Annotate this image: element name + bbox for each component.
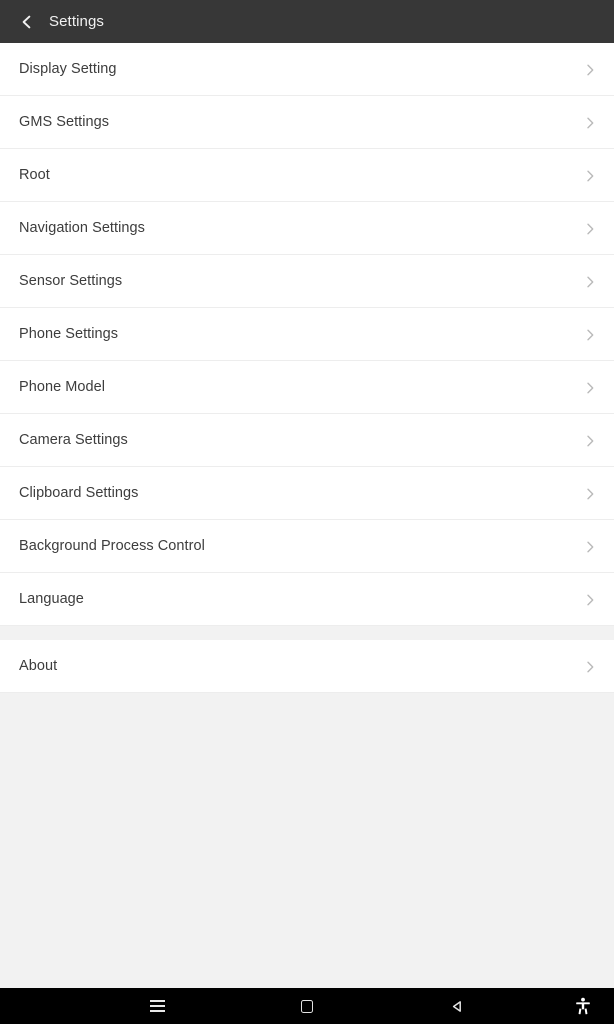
settings-screen: Settings Display Setting GMS Settings Ro… [0,0,614,1024]
list-item-navigation-settings[interactable]: Navigation Settings [0,202,614,255]
list-item-label: Navigation Settings [19,220,145,237]
list-item-background-process-control[interactable]: Background Process Control [0,520,614,573]
chevron-right-icon [583,169,597,183]
app-bar: Settings [0,0,614,43]
chevron-right-icon [583,328,597,342]
system-navigation-bar [0,988,614,1024]
list-item-clipboard-settings[interactable]: Clipboard Settings [0,467,614,520]
home-button[interactable] [276,988,338,1024]
back-navigation-button[interactable] [14,9,40,35]
chevron-right-icon [583,222,597,236]
chevron-right-icon [583,660,597,674]
list-item-root[interactable]: Root [0,149,614,202]
chevron-right-icon [583,434,597,448]
list-item-label: Phone Settings [19,326,119,343]
list-item-label: Display Setting [19,61,117,78]
group-separator [0,626,614,640]
list-item-label: About [19,658,58,675]
accessibility-icon [575,997,591,1015]
chevron-right-icon [583,275,597,289]
settings-group-secondary: About [0,640,614,693]
list-item-sensor-settings[interactable]: Sensor Settings [0,255,614,308]
list-item-label: Background Process Control [19,538,205,555]
list-item-label: Clipboard Settings [19,485,139,502]
list-item-phone-model[interactable]: Phone Model [0,361,614,414]
recents-button[interactable] [126,988,188,1024]
list-item-phone-settings[interactable]: Phone Settings [0,308,614,361]
page-title: Settings [49,13,104,30]
accessibility-button[interactable] [560,988,606,1024]
list-item-gms-settings[interactable]: GMS Settings [0,96,614,149]
list-item-camera-settings[interactable]: Camera Settings [0,414,614,467]
chevron-right-icon [583,593,597,607]
settings-list: Display Setting GMS Settings Root Naviga… [0,43,614,988]
list-item-label: GMS Settings [19,114,110,131]
chevron-left-icon [19,14,35,30]
chevron-right-icon [583,540,597,554]
list-item-label: Camera Settings [19,432,128,449]
back-triangle-icon [450,999,465,1014]
chevron-right-icon [583,63,597,77]
chevron-right-icon [583,487,597,501]
list-item-about[interactable]: About [0,640,614,693]
menu-icon [149,1000,165,1012]
home-square-icon [301,999,313,1013]
chevron-right-icon [583,116,597,130]
chevron-right-icon [583,381,597,395]
list-item-label: Sensor Settings [19,273,123,290]
list-item-label: Phone Model [19,379,105,396]
list-item-label: Language [19,591,84,608]
list-item-display-setting[interactable]: Display Setting [0,43,614,96]
back-button[interactable] [426,988,488,1024]
list-item-language[interactable]: Language [0,573,614,626]
settings-group-primary: Display Setting GMS Settings Root Naviga… [0,43,614,626]
list-item-label: Root [19,167,50,184]
